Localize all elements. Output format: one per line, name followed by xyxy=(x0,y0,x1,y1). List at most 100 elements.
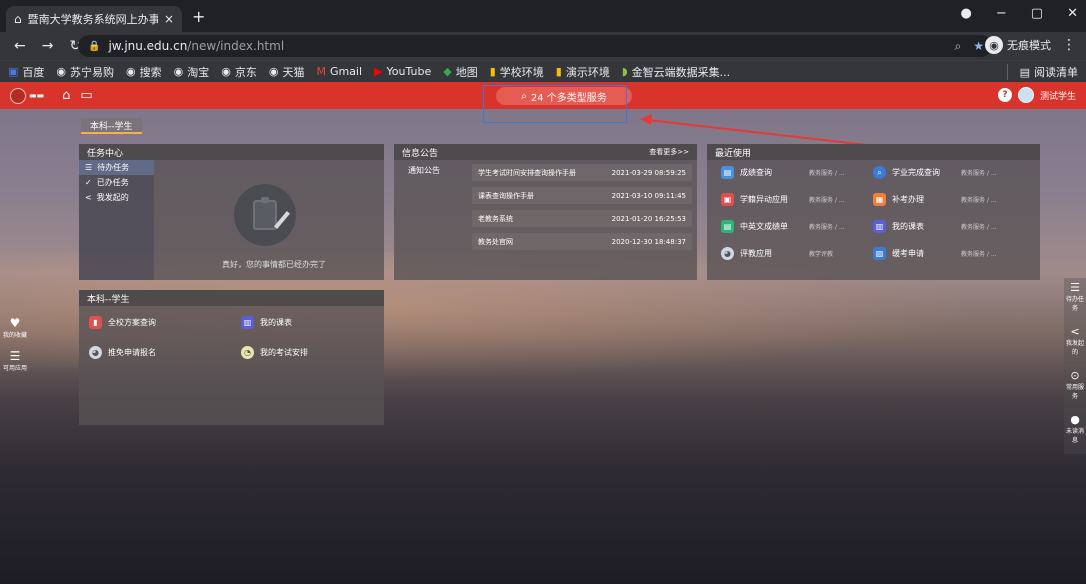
list-item[interactable]: 课表查询操作手册 2021-03-10 09:11:45 xyxy=(472,187,692,204)
bookmarks-bar: ▣ 百度 ◉ 苏宁易购 ◉ 搜索 ◉ 淘宝 ◉ 京东 ◉ 天猫 M Gmail ▶ YouTub… xyxy=(0,60,1086,82)
calendar-icon: ▥ xyxy=(241,316,254,329)
plan-query-icon: ▮ xyxy=(89,316,102,329)
list-item[interactable]: 老教务系统 2021-01-20 16:25:53 xyxy=(472,210,692,227)
unread-messages-button[interactable]: ● 未读消息 xyxy=(1064,410,1086,444)
bookmark-item[interactable]: ◉ 搜索 xyxy=(126,64,162,80)
evaluation-icon: ◕ xyxy=(721,247,734,260)
recent-item[interactable]: ▤ 中英文成绩单 教务服务 / ... xyxy=(721,220,845,233)
tab-title: 暨南大学教务系统网上办事服务 xyxy=(27,13,158,26)
menu-icon[interactable]: ⋮ xyxy=(1062,37,1076,53)
list-icon: ☰ xyxy=(1070,281,1080,294)
bookmark-item[interactable]: ◆ 地图 xyxy=(443,64,477,80)
share-icon: < xyxy=(85,193,92,202)
university-logo[interactable]: ▬▬ xyxy=(10,87,44,104)
info-title: 信息公告 xyxy=(402,148,439,159)
zoom-icon[interactable]: ⌕ xyxy=(955,39,962,54)
bookmark-item[interactable]: ◉ 京东 xyxy=(221,64,257,80)
list-item[interactable]: 学生考试时间安排查询操作手册 2021-03-29 08:59:25 xyxy=(472,164,692,181)
lock-icon: 🔒 xyxy=(88,40,101,52)
available-apps-button[interactable]: ☰ 可用应用 xyxy=(0,349,30,372)
app-item[interactable]: ◔ 我的考试安排 xyxy=(241,346,308,359)
new-tab-button[interactable]: + xyxy=(192,7,205,26)
bookmark-item[interactable]: ▮ 学校环境 xyxy=(490,64,544,80)
recent-item[interactable]: ▧ 缓考申请 教务服务 / ... xyxy=(873,247,997,260)
profile-dot-icon[interactable]: ● xyxy=(961,6,972,21)
more-link[interactable]: 查看更多>> xyxy=(649,147,689,157)
window-controls: ● − ▢ ✕ xyxy=(961,6,1078,21)
task-sidebar: ☰ 待办任务 ✓ 已办任务 < 我发起的 xyxy=(79,160,154,280)
chat-icon: ● xyxy=(1070,413,1080,426)
share-icon: < xyxy=(1070,325,1080,338)
list-item[interactable]: 教务处官网 2020-12-30 18:48:37 xyxy=(472,233,692,250)
bookmark-item[interactable]: ▶ YouTube xyxy=(374,65,431,78)
favorites-button[interactable]: ♥ 我的收藏 xyxy=(0,316,30,339)
browser-tab[interactable]: ⌂ 暨南大学教务系统网上办事服务 × xyxy=(6,6,182,32)
task-item-started[interactable]: < 我发起的 xyxy=(79,190,154,205)
minimize-icon[interactable]: − xyxy=(996,6,1007,21)
student-apps-title: 本科--学生 xyxy=(79,290,384,306)
annotation-arrow xyxy=(640,114,877,147)
task-center-panel: 任务中心 ☰ 待办任务 ✓ 已办任务 < 我发起的 真好，您的事情都已经办完了 xyxy=(79,144,384,280)
exam-schedule-icon: ◔ xyxy=(241,346,254,359)
info-category[interactable]: 通知公告 xyxy=(408,165,440,176)
recent-item[interactable]: ▤ 成绩查询 教务服务 / ... xyxy=(721,166,845,179)
deferral-icon: ▧ xyxy=(873,247,886,260)
incognito-label: 无痕模式 xyxy=(1007,39,1051,52)
back-icon[interactable]: ← xyxy=(14,38,26,54)
bookmark-item[interactable]: ▮ 演示环境 xyxy=(556,64,610,80)
bookmark-star-icon[interactable]: ★ xyxy=(973,39,984,54)
recent-item[interactable]: ▦ 补考办理 教务服务 / ... xyxy=(873,193,997,206)
check-icon: ✓ xyxy=(85,178,92,187)
app-item[interactable]: ◕ 推免申请报名 xyxy=(89,346,156,359)
makeup-exam-icon: ▦ xyxy=(873,193,886,206)
user-area[interactable]: ? 测试学生 xyxy=(997,87,1076,103)
close-window-icon[interactable]: ✕ xyxy=(1067,6,1078,21)
bookmark-item[interactable]: ◗ 金智云端数据采集... xyxy=(622,64,730,80)
list-icon: ☰ xyxy=(85,163,93,172)
search-icon: ⌕ xyxy=(873,166,886,179)
recent-item[interactable]: ▣ 学籍异动应用 教务服务 / ... xyxy=(721,193,845,206)
reading-list-icon: ▤ xyxy=(1019,65,1030,79)
started-button[interactable]: < 我发起的 xyxy=(1064,322,1086,356)
recent-item[interactable]: ▥ 我的课表 教务服务 / ... xyxy=(873,220,997,233)
heart-icon: ♥ xyxy=(9,316,21,330)
address-bar[interactable]: 🔒 jw.jnu.edu.cn/new/index.html ⌕ ★ xyxy=(78,35,992,57)
incognito-indicator[interactable]: ◉ 无痕模式 xyxy=(985,36,1051,54)
check-circle-icon: ⊙ xyxy=(1070,369,1080,382)
url-host: jw.jnu.edu.cn xyxy=(108,39,188,53)
record-icon: ▣ xyxy=(721,193,734,206)
role-tab[interactable]: 本科--学生 xyxy=(81,118,142,134)
recent-item[interactable]: ◕ 评教应用 教学评教 xyxy=(721,247,833,260)
bookmark-item[interactable]: ◉ 淘宝 xyxy=(174,64,210,80)
recent-item[interactable]: ⌕ 学业完成查询 教务服务 / ... xyxy=(873,166,997,179)
bookmark-item[interactable]: ▣ 百度 xyxy=(8,64,44,80)
seal-icon xyxy=(10,87,26,104)
task-item-todo[interactable]: ☰ 待办任务 xyxy=(79,160,154,175)
browser-toolbar: ← → ↻ 🔒 jw.jnu.edu.cn/new/index.html ⌕ ★… xyxy=(0,32,1086,60)
avatar[interactable] xyxy=(1017,87,1034,103)
student-apps-panel: 本科--学生 ▮ 全校方案查询 ▥ 我的课表 ◕ 推免申请报名 ◔ 我的考试安排 xyxy=(79,290,384,425)
url-path: /new/index.html xyxy=(187,39,285,53)
tab-close-icon[interactable]: × xyxy=(164,12,174,26)
bookmark-item[interactable]: M Gmail xyxy=(316,65,362,78)
common-services-button[interactable]: ⊙ 常用服务 xyxy=(1064,366,1086,400)
help-icon[interactable]: ? xyxy=(997,88,1012,102)
reading-list-button[interactable]: ▤ 阅读清单 xyxy=(1006,64,1078,80)
bookmark-item[interactable]: ◉ 苏宁易购 xyxy=(56,64,114,80)
recommend-icon: ◕ xyxy=(89,346,102,359)
task-item-done[interactable]: ✓ 已办任务 xyxy=(79,175,154,190)
forward-icon[interactable]: → xyxy=(42,38,54,54)
app-item[interactable]: ▮ 全校方案查询 xyxy=(89,316,156,329)
left-dock: ♥ 我的收藏 ☰ 可用应用 xyxy=(0,316,30,382)
info-header: 信息公告 查看更多>> xyxy=(394,144,697,160)
app-item[interactable]: ▥ 我的课表 xyxy=(241,316,292,329)
maximize-icon[interactable]: ▢ xyxy=(1031,6,1043,21)
grade-icon: ▤ xyxy=(721,166,734,179)
transcript-icon: ▤ xyxy=(721,220,734,233)
monitor-icon[interactable]: ▭ xyxy=(80,88,92,103)
home-icon[interactable]: ⌂ xyxy=(62,88,70,103)
recent-title: 最近使用 xyxy=(707,144,1040,160)
todo-button[interactable]: ☰ 待办任务 xyxy=(1064,278,1086,312)
bookmark-item[interactable]: ◉ 天猫 xyxy=(269,64,305,80)
user-name: 测试学生 xyxy=(1039,91,1076,102)
